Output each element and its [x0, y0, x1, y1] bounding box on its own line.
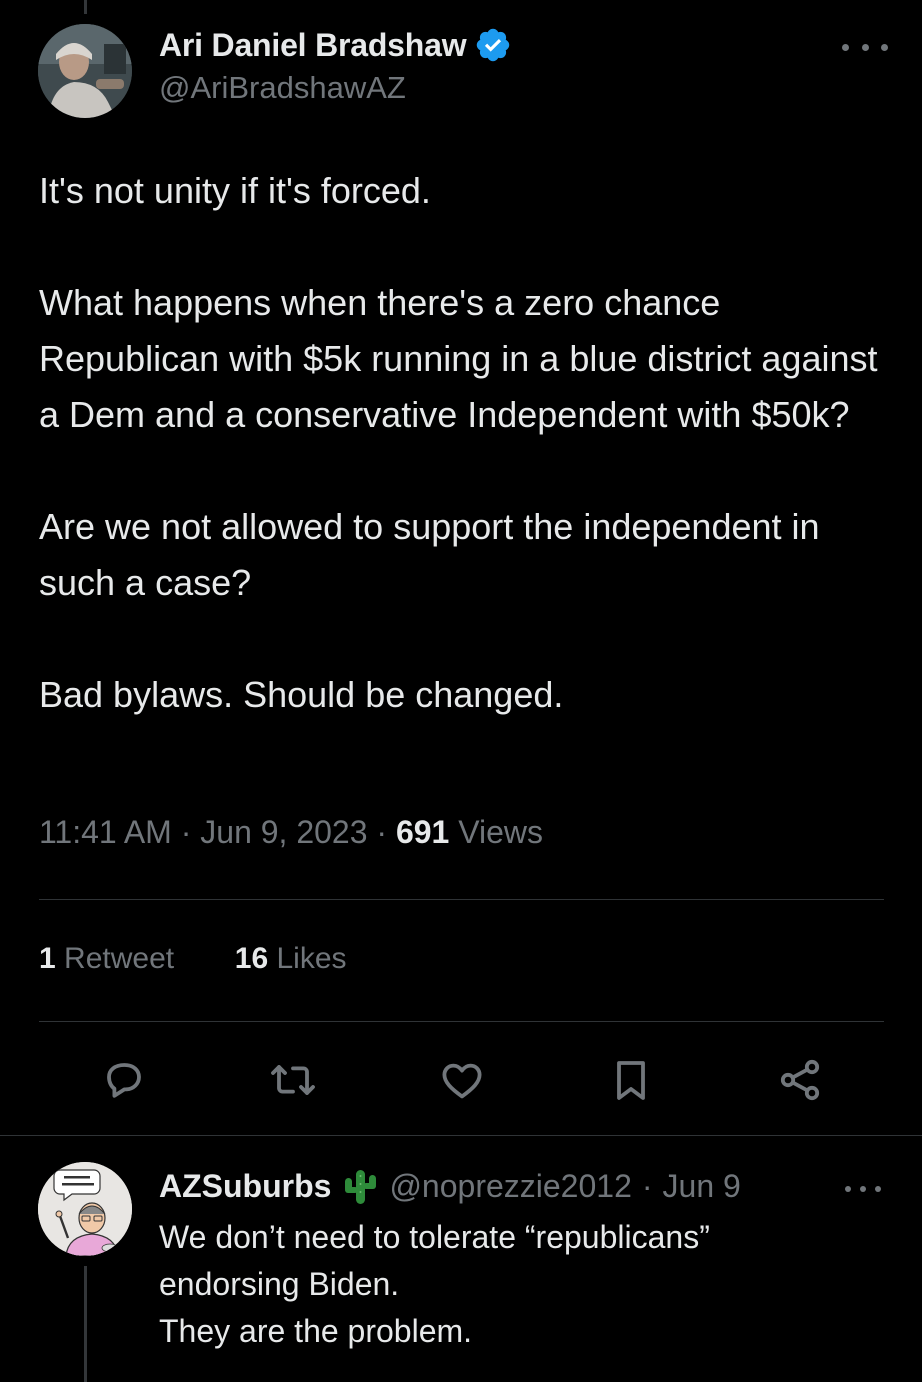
- like-icon: [442, 1063, 482, 1099]
- tweet-paragraph: What happens when there's a zero chance …: [39, 282, 888, 435]
- author-avatar[interactable]: [38, 24, 132, 118]
- tweet-date[interactable]: Jun 9, 2023: [200, 814, 367, 850]
- likes-stat[interactable]: 16 Likes: [235, 942, 347, 975]
- reply-author-avatar[interactable]: [38, 1162, 132, 1256]
- paragraph-spacer: [39, 443, 899, 499]
- author-name[interactable]: Ari Daniel Bradshaw: [159, 27, 467, 64]
- bookmark-icon: [617, 1061, 645, 1100]
- tweet-meta: 11:41 AM · Jun 9, 2023 · 691 Views: [39, 814, 543, 851]
- tweet-detail-page: Ari Daniel Bradshaw @AriBradshawAZ It's …: [0, 0, 922, 1382]
- paragraph-spacer: [39, 611, 899, 667]
- dot: [875, 1186, 881, 1192]
- tweet-time[interactable]: 11:41 AM: [39, 814, 172, 850]
- likes-label: Likes: [276, 942, 347, 975]
- reply-line: They are the problem.: [159, 1313, 473, 1349]
- divider: [39, 1021, 884, 1022]
- reply-line: endorsing Biden.: [159, 1266, 400, 1302]
- reply-tweet[interactable]: AZSuburbs @noprezzie2012 · Jun 9 We don’…: [0, 1136, 922, 1382]
- more-options-icon[interactable]: [842, 36, 888, 58]
- engagement-stats: 1 Retweet 16 Likes: [39, 942, 347, 976]
- reply-date[interactable]: Jun 9: [663, 1168, 741, 1205]
- retweets-count: 1: [39, 942, 56, 975]
- author-info: Ari Daniel Bradshaw @AriBradshawAZ: [159, 26, 512, 106]
- dot: [845, 1186, 851, 1192]
- verified-badge-icon: [474, 26, 512, 64]
- likes-count: 16: [234, 942, 269, 975]
- divider: [39, 899, 884, 900]
- tweet-paragraph: It's not unity if it's forced.: [39, 170, 431, 211]
- retweets-label: Retweet: [64, 942, 175, 975]
- share-button[interactable]: [770, 1050, 830, 1110]
- bookmark-button[interactable]: [601, 1050, 661, 1110]
- meta-separator: ·: [376, 814, 388, 850]
- retweet-icon: [271, 1065, 315, 1095]
- meta-separator: ·: [180, 814, 192, 850]
- reply-header: AZSuburbs @noprezzie2012 · Jun 9: [159, 1166, 741, 1206]
- cactus-icon: [341, 1166, 379, 1206]
- author-handle[interactable]: @AriBradshawAZ: [159, 70, 512, 106]
- reply-icon: [107, 1063, 141, 1098]
- views-label: Views: [458, 814, 544, 850]
- dot: [881, 43, 888, 51]
- views-count: 691: [395, 814, 450, 850]
- retweets-stat[interactable]: 1 Retweet: [39, 942, 182, 975]
- dot: [861, 43, 869, 51]
- retweet-button[interactable]: [263, 1050, 323, 1110]
- meta-separator: ·: [641, 1167, 653, 1204]
- like-button[interactable]: [432, 1050, 492, 1110]
- dot: [842, 43, 849, 51]
- reply-button[interactable]: [94, 1050, 154, 1110]
- author-name-row: Ari Daniel Bradshaw: [159, 26, 512, 64]
- reply-line: We don’t need to tolerate “republicans”: [159, 1219, 710, 1255]
- tweet-text: It's not unity if it's forced. What happ…: [39, 163, 899, 723]
- share-icon: [780, 1059, 820, 1101]
- dot: [860, 1186, 866, 1192]
- thread-connector-line: [84, 0, 87, 14]
- reply-text: We don’t need to tolerate “republicans” …: [159, 1214, 879, 1355]
- reply-author-name[interactable]: AZSuburbs: [159, 1168, 331, 1205]
- thread-connector-line: [84, 1266, 87, 1382]
- avatar-photo: [38, 24, 132, 118]
- more-options-icon[interactable]: [845, 1182, 881, 1196]
- action-bar: [80, 1050, 860, 1110]
- reply-author-handle[interactable]: @noprezzie2012: [389, 1168, 631, 1205]
- cartoon-avatar-image: [38, 1162, 132, 1256]
- tweet-paragraph: Are we not allowed to support the indepe…: [39, 506, 830, 603]
- tweet-paragraph: Bad bylaws. Should be changed.: [39, 674, 564, 715]
- paragraph-spacer: [39, 219, 899, 275]
